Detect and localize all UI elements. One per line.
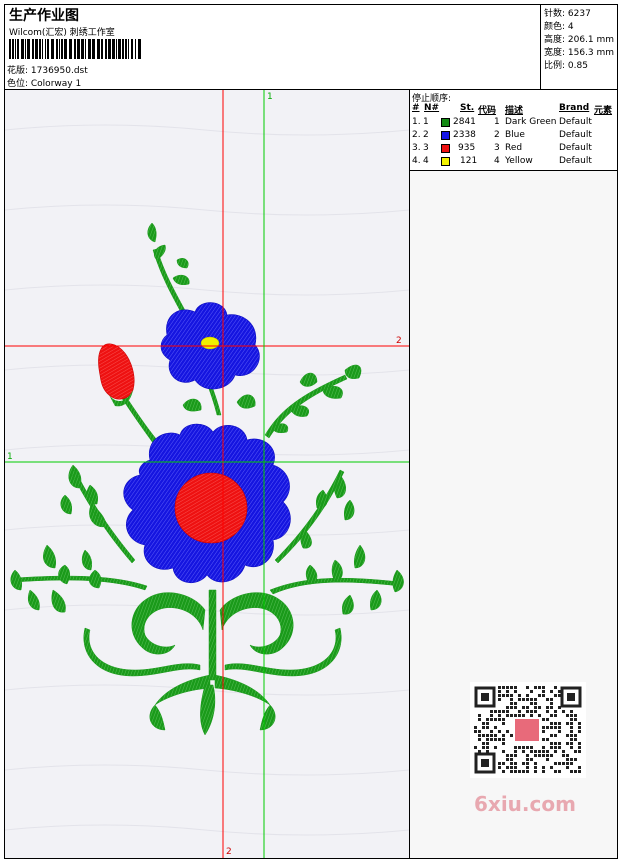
red-bud: [98, 343, 135, 407]
table-row: 2. 2 2338 2 Blue Default: [410, 130, 617, 143]
table-row: 4. 4 121 4 Yellow Default: [410, 156, 617, 169]
guide-label-v-red: 2: [226, 847, 232, 857]
row-stitches: 121: [460, 156, 478, 166]
qr-logo-icon: [513, 717, 541, 743]
row-desc: Red: [505, 143, 523, 153]
table-row: 1. 1 2841 1 Dark Green Default: [410, 117, 617, 130]
colorway: 色位: Colorway 1: [7, 79, 82, 89]
embroidery-design: [5, 90, 409, 858]
barcode: [9, 39, 141, 59]
row-n: 4: [423, 156, 429, 166]
software-name: Wilcom(汇宏) 刺绣工作室: [9, 28, 115, 38]
col-header-stitches: St.: [460, 103, 475, 113]
row-n: 2: [423, 130, 429, 140]
row-brand: Default: [559, 143, 592, 153]
stat-ratio: 比例: 0.85: [544, 61, 588, 71]
design-file: 花版: 1736950.dst: [7, 66, 88, 76]
row-code: 2: [494, 130, 500, 140]
color-swatch: [441, 118, 450, 127]
production-sheet: 生产作业图 Wilcom(汇宏) 刺绣工作室 花版: 1736950.dst 色…: [4, 4, 618, 859]
col-header-index: #: [412, 103, 420, 113]
color-swatch: [441, 131, 450, 140]
stats-box: 针数: 6237 颜色: 4 高度: 206.1 mm 宽度: 156.3 mm…: [540, 5, 618, 89]
row-desc: Dark Green: [505, 117, 557, 127]
table-row: 3. 3 935 3 Red Default: [410, 143, 617, 156]
row-desc: Blue: [505, 130, 525, 140]
color-swatch: [441, 157, 450, 166]
color-swatch: [441, 144, 450, 153]
row-stitches: 2841: [453, 117, 476, 127]
row-code: 1: [494, 117, 500, 127]
row-index: 3.: [412, 143, 421, 153]
design-preview: 1 1 2 2: [5, 90, 410, 858]
guide-label-v-green: 1: [267, 92, 273, 102]
row-stitches: 935: [458, 143, 476, 153]
row-stitches: 2338: [453, 130, 476, 140]
row-brand: Default: [559, 156, 592, 166]
stat-colors: 颜色: 4: [544, 22, 574, 32]
row-index: 4.: [412, 156, 421, 166]
stat-width: 宽度: 156.3 mm: [544, 48, 615, 58]
sheet-title: 生产作业图: [9, 8, 79, 24]
large-blue-flower: [123, 423, 291, 584]
row-desc: Yellow: [505, 156, 533, 166]
col-header-element: 元素: [594, 106, 613, 116]
col-header-desc: 描述: [505, 106, 524, 116]
stop-sequence-panel: 停止顺序: # N# St. 代码 描述 Brand 元素 1. 1 2841 …: [410, 90, 617, 858]
stat-stitches: 针数: 6237: [544, 9, 591, 19]
stop-sequence-table: 停止顺序: # N# St. 代码 描述 Brand 元素 1. 1 2841 …: [410, 90, 617, 171]
row-brand: Default: [559, 130, 592, 140]
col-header-brand: Brand: [559, 103, 590, 113]
col-header-code: 代码: [478, 106, 497, 116]
row-n: 3: [423, 143, 429, 153]
guide-label-h-green: 1: [7, 452, 13, 462]
row-index: 1.: [412, 117, 421, 127]
row-index: 2.: [412, 130, 421, 140]
stat-height: 高度: 206.1 mm: [544, 35, 615, 45]
row-n: 1: [423, 117, 429, 127]
qr-code: [470, 682, 586, 778]
row-code: 4: [494, 156, 500, 166]
row-brand: Default: [559, 117, 592, 127]
row-code: 3: [494, 143, 500, 153]
col-header-n: N#: [424, 103, 440, 113]
watermark-text: 6xiu.com: [474, 792, 576, 816]
guide-label-h-red: 2: [396, 336, 402, 346]
sheet-header: 生产作业图 Wilcom(汇宏) 刺绣工作室 花版: 1736950.dst 色…: [5, 5, 617, 90]
